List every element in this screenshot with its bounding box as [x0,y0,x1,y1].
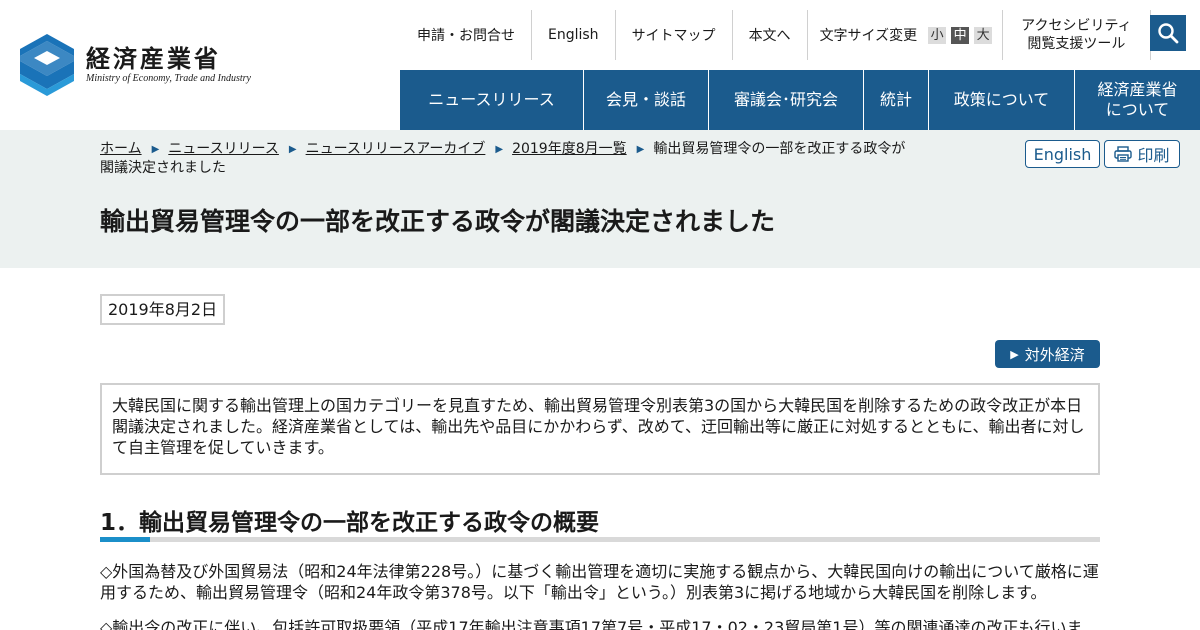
nav-policy[interactable]: 政策について [929,70,1075,130]
font-size-label: 文字サイズ変更 [819,28,918,44]
play-triangle-icon: ▶ [1010,347,1019,361]
nav-about-meti[interactable]: 経済産業省 について [1075,70,1200,130]
util-skip-to-main-link[interactable]: 本文へ [733,10,808,60]
breadcrumb-current-cont: 閣議決定されました [100,160,226,176]
breadcrumb-month-list[interactable]: 2019年度8月一覧 [512,141,627,157]
accessibility-label-line2: 閲覧支援ツール [1027,36,1126,52]
site-header: 経済産業省 Ministry of Economy, Trade and Ind… [0,0,1200,130]
logo-japanese-name: 経済産業省 [86,44,221,73]
global-nav: ニュースリリース 会見・談話 審議会･研究会 統計 政策について 経済産業省 に… [400,70,1200,130]
logo-english-name: Ministry of Economy, Trade and Industry [86,73,251,84]
nav-councils[interactable]: 審議会･研究会 [709,70,864,130]
printer-icon [1114,146,1133,162]
body-paragraph: ◇輸出令の改正に伴い、包括許可取扱要領（平成17年輸出注意事項17第7号・平成1… [100,618,1083,630]
util-english-link[interactable]: English [532,10,616,60]
page-header-band: ホーム ▶ ニュースリリース ▶ ニュースリリースアーカイブ ▶ 2019年度8月一覧 ▶ 輸出… [0,130,1200,268]
body-paragraph: ◇外国為替及び外国貿易法（昭和24年法律第228号。）に基づく輸出管理を適切に実… [100,562,1099,602]
nav-news-release[interactable]: ニュースリリース [400,70,584,130]
category-tag-link[interactable]: ▶ 対外経済 [995,340,1100,368]
breadcrumb-arrow-icon: ▶ [636,144,645,155]
meti-logo-mark-icon [20,34,74,96]
util-apply-contact-link[interactable]: 申請・お問合せ [400,10,532,60]
breadcrumb-home[interactable]: ホーム [100,141,142,157]
search-icon [1158,23,1179,44]
accessibility-tool-link[interactable]: アクセシビリティ 閲覧支援ツール [1003,10,1151,60]
summary-box: 大韓民国に関する輸出管理上の国カテゴリーを見直すため、輸出貿易管理令別表第3の国… [100,383,1100,475]
font-size-switcher: 文字サイズ変更 小 中 大 [808,10,1004,60]
category-tag-label: 対外経済 [1024,345,1085,364]
nav-statistics[interactable]: 統計 [864,70,929,130]
breadcrumb-news-release[interactable]: ニュースリリース [168,141,279,157]
breadcrumb-archive[interactable]: ニュースリリースアーカイブ [306,141,486,157]
nav-about-meti-line1: 経済産業省 [1097,80,1178,99]
font-size-small-button[interactable]: 小 [928,26,947,44]
meti-logo[interactable]: 経済産業省 Ministry of Economy, Trade and Ind… [20,34,260,96]
section-heading: 1．輸出貿易管理令の一部を改正する政令の概要 [100,510,600,536]
font-size-large-button[interactable]: 大 [974,26,993,44]
release-date: 2019年8月2日 [100,294,226,325]
breadcrumb-arrow-icon: ▶ [495,144,504,155]
print-button[interactable]: 印刷 [1104,140,1180,168]
heading-accent-bar [100,537,150,542]
util-sitemap-link[interactable]: サイトマップ [616,10,733,60]
font-size-medium-button[interactable]: 中 [951,26,970,44]
search-button[interactable] [1150,15,1186,51]
breadcrumb: ホーム ▶ ニュースリリース ▶ ニュースリリースアーカイブ ▶ 2019年度8月一覧 ▶ 輸出… [100,140,910,178]
english-page-button[interactable]: English [1025,140,1100,168]
nav-press-conference[interactable]: 会見・談話 [584,70,709,130]
utility-nav: 申請・お問合せ English サイトマップ 本文へ 文字サイズ変更 小 中 大… [400,10,1151,60]
section-heading-rule [100,537,1100,542]
page-title: 輸出貿易管理令の一部を改正する政令が閣議決定されました [100,207,776,236]
breadcrumb-arrow-icon: ▶ [288,144,297,155]
nav-about-meti-line2: について [1105,100,1170,119]
breadcrumb-current: 輸出貿易管理令の一部を改正する政令が [653,141,906,157]
accessibility-label-line1: アクセシビリティ [1021,18,1132,34]
print-button-label: 印刷 [1137,146,1170,165]
breadcrumb-arrow-icon: ▶ [151,144,160,155]
